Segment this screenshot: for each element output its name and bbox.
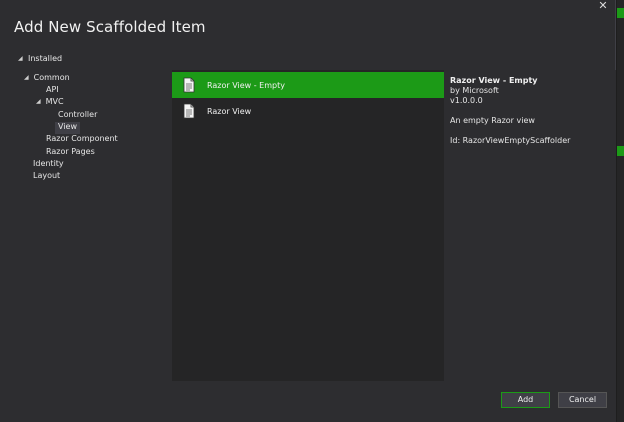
expanded-caret-icon: ◢ [18,55,23,62]
tree-item-label: Common [33,73,70,82]
list-item-razor-view[interactable]: Razor View [172,98,444,124]
list-item-label: Razor View [207,107,252,116]
tree-item-common[interactable]: ◢ Common [24,73,70,85]
close-icon[interactable]: ✕ [596,0,610,13]
installed-label: Installed [28,54,63,63]
tree-item-label: Controller [58,110,98,119]
details-title: Razor View - Empty [450,76,538,85]
dialog-title: Add New Scaffolded Item [14,18,206,36]
details-version: v1.0.0.0 [450,96,483,105]
tree-item-controller[interactable]: Controller [58,110,97,122]
dialog-footer: Add Cancel [0,381,616,422]
tree-item-mvc[interactable]: ◢ MVC [36,97,64,109]
list-item-label: Razor View - Empty [207,81,285,90]
installed-header[interactable]: ◢ Installed [0,50,616,68]
document-icon [183,103,195,119]
details-description: An empty Razor view [450,116,535,125]
background-accent-mark [617,146,624,156]
expanded-caret-icon: ◢ [36,98,41,105]
add-button[interactable]: Add [501,392,550,408]
background-window-edge [617,0,624,422]
scaffolder-list: Razor View - Empty Razor View [172,70,444,381]
tree-item-view[interactable]: View [55,122,80,134]
background-accent-mark [617,8,624,18]
tree-item-razor-pages[interactable]: Razor Pages [46,147,95,159]
tree-item-layout[interactable]: Layout [33,171,60,183]
list-item-razor-view-empty[interactable]: Razor View - Empty [172,72,444,98]
tree-item-label: API [46,85,59,94]
details-author: by Microsoft [450,86,499,95]
cancel-button[interactable]: Cancel [558,392,607,408]
expanded-caret-icon: ◢ [24,74,29,81]
tree-item-label: Razor Component [46,134,118,143]
add-scaffolded-item-dialog: Add New Scaffolded Item ✕ ◢ Installed ◢ C… [0,0,616,422]
category-tree: ◢ Common API ◢ MVC Controller View Razor C… [10,70,172,381]
dialog-titlebar: Add New Scaffolded Item ✕ [0,0,615,46]
tree-item-label: View [58,122,77,131]
details-id: Id: RazorViewEmptyScaffolder [450,136,571,145]
document-icon [183,77,195,93]
tree-item-api[interactable]: API [46,85,59,97]
tree-item-label: MVC [45,97,64,106]
tree-item-razor-component[interactable]: Razor Component [46,134,118,146]
tree-item-identity[interactable]: Identity [33,159,64,171]
tree-item-label: Razor Pages [46,147,95,156]
tree-item-label: Layout [33,171,61,180]
details-panel: Razor View - Empty by Microsoft v1.0.0.0… [444,70,616,381]
tree-item-label: Identity [33,159,64,168]
